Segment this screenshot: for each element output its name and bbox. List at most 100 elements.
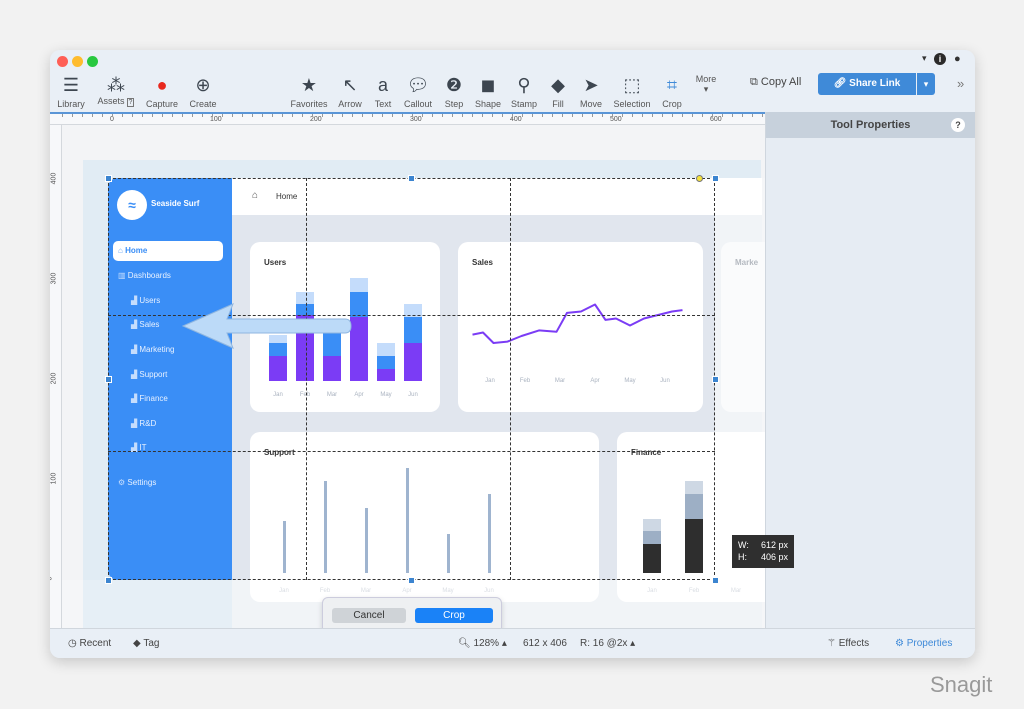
minimize-window-button[interactable]	[72, 56, 83, 67]
ruler-tick	[142, 114, 143, 117]
marketing-card-title: Marke	[735, 258, 759, 267]
ruler-tick	[522, 114, 523, 117]
ruler-label: 400	[510, 116, 522, 123]
zoom-window-button[interactable]	[87, 56, 98, 67]
crop-dim-right	[715, 178, 765, 580]
cancel-button[interactable]: Cancel	[332, 608, 406, 623]
crop-handle-top-right[interactable]	[712, 175, 719, 182]
crop-dim-top	[62, 125, 765, 178]
ruler-label: 400	[50, 172, 58, 185]
horizontal-ruler: 0 100 200 300 400 500 600	[50, 112, 765, 125]
copy-all-button[interactable]: ⧉ Copy All	[750, 76, 801, 89]
crop-handle-bottom-left[interactable]	[105, 577, 112, 584]
ruler-tick	[262, 114, 263, 117]
crop-button[interactable]: Crop	[415, 608, 493, 623]
ruler-tick	[122, 114, 123, 117]
dropdown-caret-icon[interactable]: ▾	[922, 53, 927, 64]
ruler-tick	[112, 114, 113, 117]
recent-button[interactable]: ◷ Recent	[68, 638, 111, 649]
ruler-tick	[252, 114, 253, 117]
toolbar-library-button[interactable]: ☰ Library	[50, 74, 96, 109]
ruler-tick	[742, 114, 743, 117]
share-link-label: Share Link	[849, 78, 901, 89]
ruler-tick	[552, 114, 553, 117]
ruler-tick	[622, 114, 623, 117]
ruler-tick	[362, 114, 363, 117]
properties-label: Properties	[906, 638, 953, 649]
ruler-label: 100	[50, 472, 58, 485]
crop-handle-bottom-right[interactable]	[712, 577, 719, 584]
ruler-tick	[642, 114, 643, 117]
ruler-tick	[702, 114, 703, 117]
crop-handle-right[interactable]	[712, 376, 719, 383]
zoom-control[interactable]: 🔍︎ 128% ▴	[458, 638, 507, 649]
toolbar-crop-button[interactable]: ⌗ Crop	[647, 74, 697, 109]
crop-handle-left[interactable]	[105, 376, 112, 383]
tag-button[interactable]: ◆ Tag	[133, 638, 159, 649]
ruler-tick	[442, 114, 443, 117]
ruler-tick	[502, 114, 503, 117]
help-button[interactable]: ?	[951, 118, 965, 132]
panel-header: Tool Properties ?	[766, 112, 975, 138]
toolbar-label: Library	[57, 99, 85, 109]
ruler-tick	[302, 114, 303, 117]
ruler-tick	[322, 114, 323, 117]
crop-handle-top-left[interactable]	[105, 175, 112, 182]
ruler-tick	[242, 114, 243, 117]
expand-chevrons-icon[interactable]: »	[957, 76, 964, 91]
ruler-label: 0	[110, 116, 114, 123]
ruler-tick	[402, 114, 403, 117]
ruler-tick	[462, 114, 463, 117]
ruler-tick	[192, 114, 193, 117]
ruler-tick	[422, 114, 423, 117]
ruler-tick	[592, 114, 593, 117]
toolbar-create-button[interactable]: ⊕ Create	[178, 74, 228, 109]
ruler-tick	[222, 114, 223, 117]
ruler-tick	[182, 114, 183, 117]
resolution-value: R: 16 @2x	[580, 638, 628, 649]
ruler-label: 0	[50, 577, 53, 581]
height-value: 406 px	[760, 552, 788, 562]
assets-badge: ?	[126, 98, 135, 107]
link-icon: 🔗︎	[833, 78, 847, 89]
ruler-tick	[212, 114, 213, 117]
ruler-tick	[392, 114, 393, 117]
dimensions-readout: 612 x 406	[523, 638, 567, 649]
ruler-tick	[372, 114, 373, 117]
ruler-tick	[282, 114, 283, 117]
ruler-label: 100	[210, 116, 222, 123]
properties-button[interactable]: ⚙ Properties	[895, 638, 952, 649]
toolbar-assets-button[interactable]: ⁂ Assets?	[91, 74, 141, 107]
ruler-tick	[132, 114, 133, 117]
ruler-label: 200	[310, 116, 322, 123]
gear-icon: ⚙	[895, 638, 904, 649]
ruler-tick	[652, 114, 653, 117]
crop-popover: Cancel Crop	[322, 597, 502, 628]
arrow-annotation[interactable]	[177, 300, 357, 355]
ruler-label: 600	[710, 116, 722, 123]
zoom-icon: 🔍︎	[458, 638, 471, 649]
crop-frame[interactable]	[108, 178, 715, 580]
account-icon[interactable]: ●	[954, 53, 961, 65]
canvas[interactable]: ≈ Seaside Surf ⌂ Home ▥ Dashboards ▟ Users…	[62, 125, 765, 628]
grid-line	[306, 178, 307, 580]
toolbar-label: Assets	[97, 96, 125, 106]
ruler-tick	[432, 114, 433, 117]
effects-button[interactable]: ⚚ Effects	[827, 638, 869, 649]
ruler-tick	[152, 114, 153, 117]
resolution-control[interactable]: R: 16 @2x ▴	[580, 638, 635, 649]
crop-handle-bottom[interactable]	[408, 577, 415, 584]
ruler-tick	[572, 114, 573, 117]
crop-handle-top[interactable]	[408, 175, 415, 182]
close-window-button[interactable]	[57, 56, 68, 67]
rotate-handle[interactable]	[696, 175, 703, 182]
ruler-tick	[692, 114, 693, 117]
share-dropdown-button[interactable]: ▾	[917, 73, 935, 95]
ruler-tick	[412, 114, 413, 117]
info-icon[interactable]: i	[934, 53, 946, 65]
share-link-button[interactable]: 🔗︎ Share Link	[818, 73, 916, 95]
assets-icon: ⁂	[107, 75, 125, 95]
ruler-tick	[382, 114, 383, 117]
copy-icon: ⧉	[750, 76, 758, 88]
ruler-tick	[82, 114, 83, 117]
